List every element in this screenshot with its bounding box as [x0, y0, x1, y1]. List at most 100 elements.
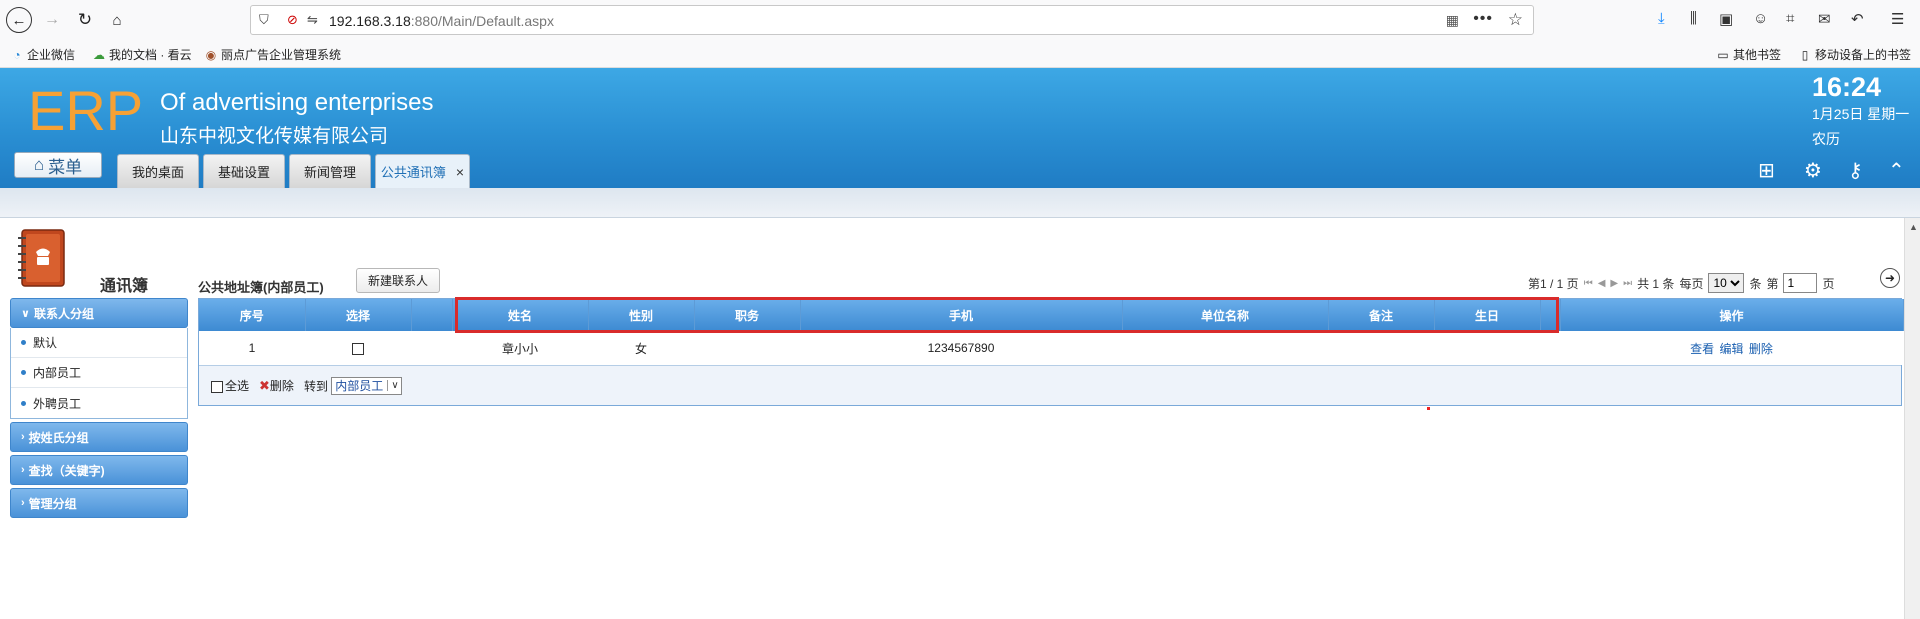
total-count: 共 1 条: [1637, 276, 1675, 291]
sidebar-section-by-surname[interactable]: › 按姓氏分组: [10, 422, 188, 452]
key-icon[interactable]: ⚷: [1848, 158, 1863, 183]
forward-button[interactable]: →: [40, 8, 64, 32]
edit-link[interactable]: 编辑: [1719, 342, 1743, 356]
app-title: Of advertising enterprises: [160, 89, 434, 116]
table-row: 1 章小小 女 1234567890 查看 编辑 删除: [199, 331, 1903, 365]
shield-icon[interactable]: ⛉: [259, 12, 269, 28]
per-page-select[interactable]: 10: [1708, 273, 1745, 293]
url-bar[interactable]: ⛉ ⊘ ⇋ 192.168.3.18:880/Main/Default.aspx…: [250, 5, 1534, 35]
gear-icon[interactable]: ⚙: [1804, 158, 1822, 183]
bookmark-star-icon[interactable]: ☆: [1508, 10, 1523, 30]
browser-toolbar: ← → ↻ ⌂ ⛉ ⊘ ⇋ 192.168.3.18:880/Main/Defa…: [0, 0, 1920, 40]
bookmark-folder[interactable]: ▯ 移动设备上的书签: [1798, 46, 1911, 63]
col-select[interactable]: 选择: [305, 299, 412, 331]
next-page-icon[interactable]: ▶: [1610, 278, 1618, 289]
scroll-up-icon[interactable]: ▲: [1909, 222, 1918, 232]
add-widget-icon[interactable]: ⊞: [1758, 158, 1775, 183]
download-icon[interactable]: ⤓: [1658, 10, 1665, 27]
permissions-icon[interactable]: ⇋: [307, 12, 318, 28]
page-actions-icon[interactable]: •••: [1473, 10, 1493, 28]
col-note[interactable]: 备注: [1328, 299, 1435, 331]
cell-title: [694, 331, 800, 365]
clock-time: 16:24: [1812, 72, 1882, 102]
bookmark-item[interactable]: ☁ 我的文档 · 看云: [92, 46, 192, 63]
cell-mobile: 1234567890: [800, 331, 1122, 365]
view-link[interactable]: 查看: [1690, 342, 1714, 356]
back-button[interactable]: ←: [6, 7, 32, 33]
col-mobile[interactable]: 手机: [800, 299, 1123, 331]
new-contact-button[interactable]: 新建联系人: [356, 268, 440, 293]
bullet-icon: [21, 370, 26, 375]
last-page-icon[interactable]: ⏭: [1623, 278, 1632, 289]
col-company[interactable]: 单位名称: [1122, 299, 1329, 331]
addressbook-title: 通讯簿: [100, 278, 149, 295]
library-icon[interactable]: ⫼: [1690, 10, 1697, 27]
tab-news[interactable]: 新闻管理: [289, 154, 371, 188]
delete-icon: ✖: [259, 378, 270, 393]
target-group-select[interactable]: 内部员工 ∨: [331, 376, 402, 395]
account-icon[interactable]: ☺: [1753, 10, 1768, 27]
col-birthday[interactable]: 生日: [1434, 299, 1541, 331]
bookmark-folder[interactable]: ▭ 其他书签: [1716, 46, 1781, 63]
go-arrow-icon[interactable]: ➜: [1880, 268, 1900, 288]
url-host: 192.168.3.18: [329, 13, 411, 29]
url-text[interactable]: 192.168.3.18:880/Main/Default.aspx: [329, 13, 554, 29]
cell-note: [1328, 331, 1434, 365]
tab-basic-settings[interactable]: 基础设置: [203, 154, 285, 188]
sidebar-section-contact-groups[interactable]: ∨ 联系人分组: [10, 298, 188, 328]
sidebar-item-default[interactable]: 默认: [11, 328, 187, 358]
lunar-date: 农历: [1812, 131, 1840, 147]
sidebar: ∨ 联系人分组 默认 内部员工 外聘员工 › 按姓氏分组 › 查找（关键字) › 管理分…: [10, 298, 188, 521]
prev-page-icon[interactable]: ◀: [1598, 278, 1606, 289]
sidebar-item-internal-staff[interactable]: 内部员工: [11, 358, 187, 388]
table-header: 序号 选择 姓名 性别 职务 手机 单位名称 备注 生日 操作: [199, 299, 1904, 331]
chevron-right-icon: ›: [21, 497, 25, 509]
sidebar-section-manage-groups[interactable]: › 管理分组: [10, 488, 188, 518]
app-header: ERP Of advertising enterprises 山东中视文化传媒有…: [0, 68, 1920, 188]
collapse-icon[interactable]: ⌃: [1888, 158, 1905, 183]
first-page-icon[interactable]: ⏮: [1584, 278, 1593, 289]
sidebar-section-search[interactable]: › 查找（关键字): [10, 455, 188, 485]
select-all[interactable]: 全选: [211, 377, 249, 394]
menu-icon[interactable]: ☰: [1891, 10, 1904, 28]
chevron-down-icon: ∨: [387, 380, 399, 391]
select-all-checkbox[interactable]: [211, 380, 223, 393]
page-info: 第1 / 1 页: [1528, 276, 1579, 291]
chat-icon[interactable]: ✉: [1818, 10, 1831, 28]
close-icon[interactable]: ×: [456, 164, 464, 180]
sidebar-item-external-staff[interactable]: 外聘员工: [11, 388, 187, 418]
chevron-down-icon: ∨: [21, 307, 30, 320]
cell-select[interactable]: [305, 331, 411, 365]
tab-public-addressbook[interactable]: 公共通讯簿 ×: [375, 154, 470, 188]
site-icon: ◉: [205, 48, 217, 62]
home-button[interactable]: ⌂: [105, 8, 129, 32]
insecure-lock-icon[interactable]: ⊘: [287, 12, 298, 28]
undo-icon[interactable]: ↶: [1851, 10, 1864, 28]
page-scrollbar[interactable]: ▲: [1904, 218, 1920, 619]
red-marker: [1427, 407, 1430, 410]
col-name[interactable]: 姓名: [452, 299, 589, 331]
url-path: :880/Main/Default.aspx: [410, 13, 554, 29]
screenshot-icon[interactable]: ⌗: [1786, 10, 1794, 27]
cell-no: 1: [199, 331, 305, 365]
reload-button[interactable]: ↻: [73, 8, 97, 32]
qr-code-icon[interactable]: ▦: [1446, 12, 1459, 29]
bookmark-item[interactable]: ◔ 企业微信: [10, 46, 75, 63]
folder-icon: ▭: [1717, 48, 1729, 62]
sidebar-icon[interactable]: ▣: [1719, 10, 1733, 28]
col-no[interactable]: 序号: [199, 299, 306, 331]
col-spacer: [411, 299, 453, 331]
col-title[interactable]: 职务: [694, 299, 801, 331]
move-to: 转到 内部员工 ∨: [304, 376, 402, 395]
company-name: 山东中视文化传媒有限公司: [160, 126, 389, 147]
delete-link[interactable]: 删除: [1749, 342, 1773, 356]
delete-button[interactable]: ✖删除: [259, 377, 294, 394]
col-gender[interactable]: 性别: [588, 299, 695, 331]
menu-button[interactable]: ⌂ 菜单: [14, 152, 102, 178]
address-book-icon: [18, 229, 65, 287]
bookmark-item[interactable]: ◉ 丽点广告企业管理系统: [204, 46, 341, 63]
page-number-input[interactable]: [1783, 273, 1818, 293]
tab-desktop[interactable]: 我的桌面: [117, 154, 199, 188]
row-checkbox[interactable]: [352, 342, 364, 355]
cell-gender: 女: [588, 331, 694, 365]
